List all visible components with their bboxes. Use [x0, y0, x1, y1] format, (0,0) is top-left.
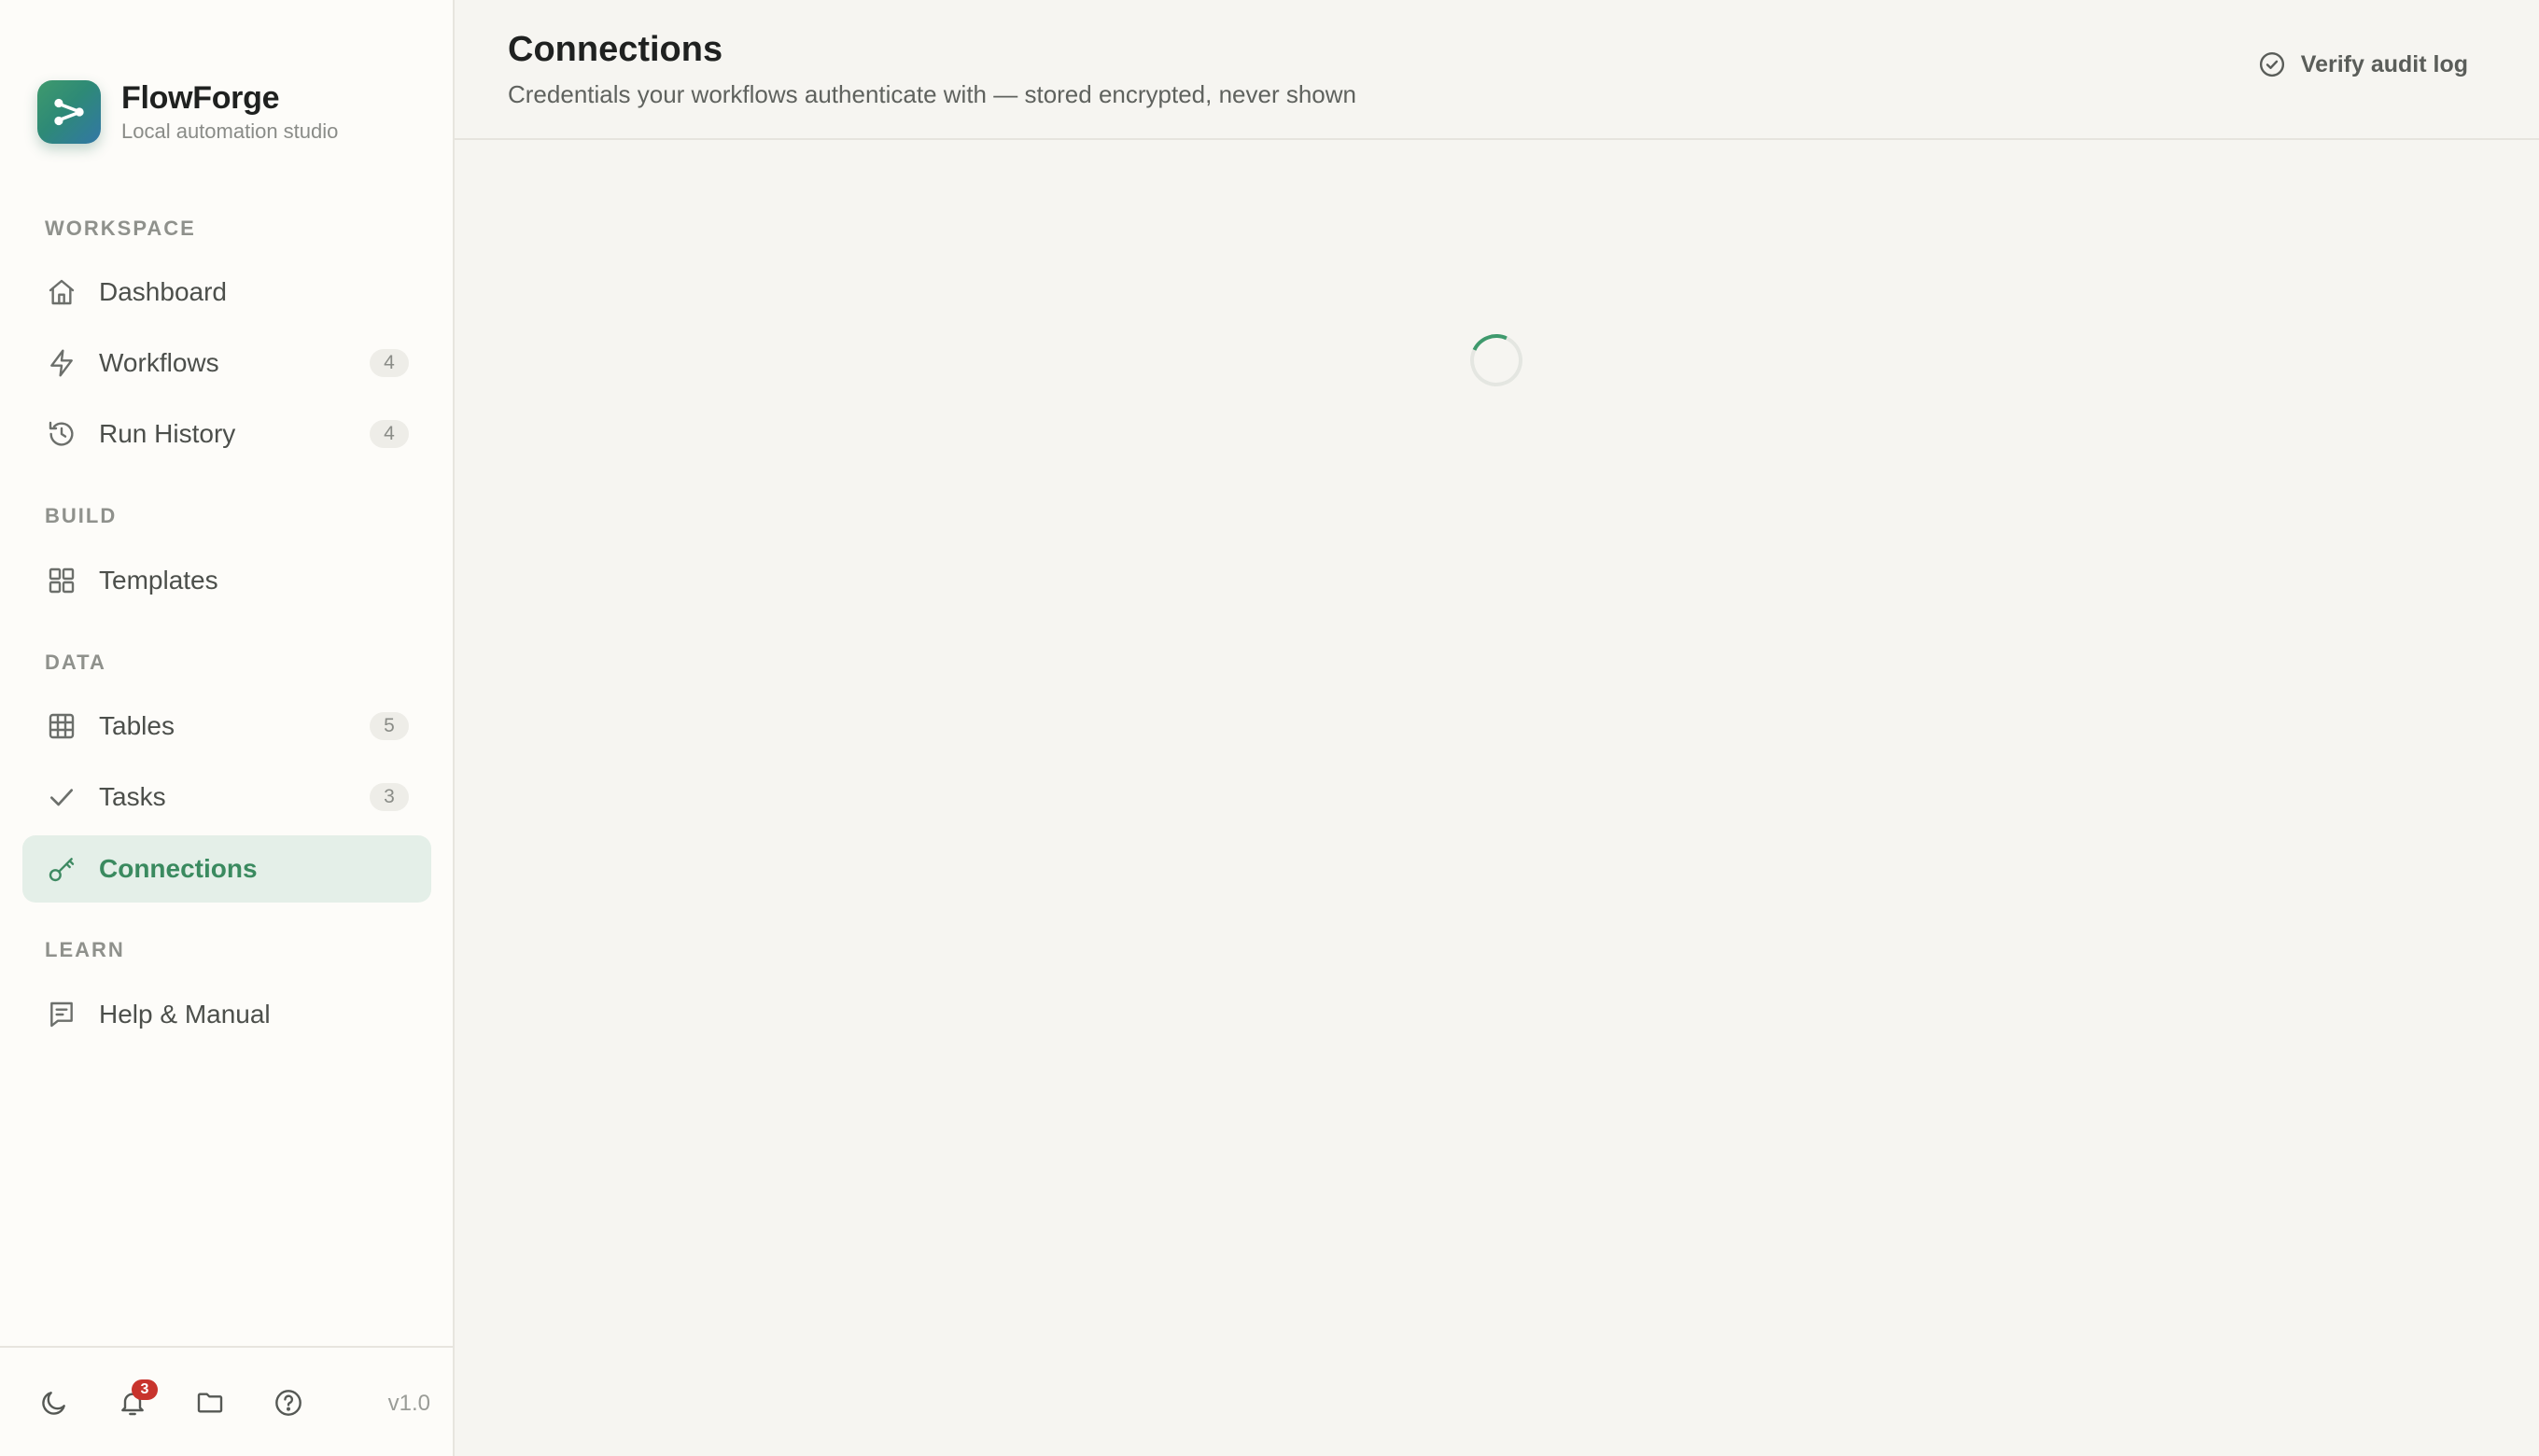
check-circle-icon — [2258, 50, 2286, 78]
sidebar-item-label: Connections — [99, 854, 258, 883]
loading-spinner — [1463, 327, 1530, 394]
home-icon — [45, 275, 78, 309]
sidebar-item-templates[interactable]: Templates — [22, 547, 431, 614]
sidebar-item-label: Help & Manual — [99, 1000, 271, 1029]
sidebar-item-label: Tasks — [99, 782, 166, 811]
sidebar-item-connections[interactable]: Connections — [22, 835, 431, 903]
help-circle-icon — [274, 1388, 303, 1418]
verify-audit-log-label: Verify audit log — [2300, 50, 2468, 77]
help-button[interactable] — [269, 1383, 308, 1422]
grid-icon — [45, 564, 78, 597]
brand[interactable]: FlowForge Local automation studio — [37, 80, 338, 144]
history-icon — [45, 417, 78, 451]
sidebar-item-tables[interactable]: Tables 5 — [22, 693, 431, 760]
nav-section-workspace: WORKSPACE — [45, 217, 196, 240]
brand-name: FlowForge — [121, 80, 280, 116]
main-content: Connections Credentials your workflows a… — [455, 0, 2539, 1456]
count-badge: 4 — [370, 420, 409, 448]
page-subtitle: Credentials your workflows authenticate … — [508, 80, 1356, 108]
count-badge: 5 — [370, 712, 409, 740]
sidebar-item-label: Tables — [99, 711, 175, 740]
table-icon — [45, 709, 78, 743]
key-icon — [45, 852, 78, 886]
folder-icon — [195, 1388, 225, 1418]
nav-section-data: DATA — [45, 651, 106, 674]
brand-logo-icon — [37, 80, 101, 144]
notifications-button[interactable]: 3 — [113, 1379, 158, 1422]
sidebar-footer: 3 v1.0 — [0, 1346, 453, 1456]
verify-audit-log-button[interactable]: Verify audit log — [2258, 50, 2468, 78]
sidebar-item-help-manual[interactable]: Help & Manual — [22, 981, 431, 1048]
lightning-icon — [45, 346, 78, 380]
sidebar: FlowForge Local automation studio WORKSP… — [0, 0, 455, 1456]
notification-badge: 3 — [132, 1379, 158, 1400]
app-root: FlowForge Local automation studio WORKSP… — [0, 0, 2539, 1456]
sidebar-item-label: Templates — [99, 566, 218, 595]
count-badge: 3 — [370, 783, 409, 811]
nav-section-learn: LEARN — [45, 938, 125, 961]
sidebar-item-workflows[interactable]: Workflows 4 — [22, 329, 431, 397]
count-badge: 4 — [370, 349, 409, 377]
theme-toggle-button[interactable] — [35, 1383, 74, 1422]
sidebar-item-label: Workflows — [99, 348, 219, 377]
sidebar-item-tasks[interactable]: Tasks 3 — [22, 763, 431, 831]
moon-icon — [39, 1388, 69, 1418]
page-title: Connections — [508, 30, 723, 69]
page-header: Connections Credentials your workflows a… — [455, 0, 2539, 140]
sidebar-item-dashboard[interactable]: Dashboard — [22, 259, 431, 326]
sidebar-item-run-history[interactable]: Run History 4 — [22, 400, 431, 468]
app-version: v1.0 — [387, 1391, 430, 1416]
sidebar-item-label: Dashboard — [99, 277, 227, 306]
check-icon — [45, 780, 78, 814]
nav-section-build: BUILD — [45, 504, 118, 527]
brand-subtitle: Local automation studio — [121, 119, 339, 143]
manual-icon — [45, 998, 78, 1031]
open-folder-button[interactable] — [190, 1383, 230, 1422]
sidebar-item-label: Run History — [99, 419, 236, 448]
